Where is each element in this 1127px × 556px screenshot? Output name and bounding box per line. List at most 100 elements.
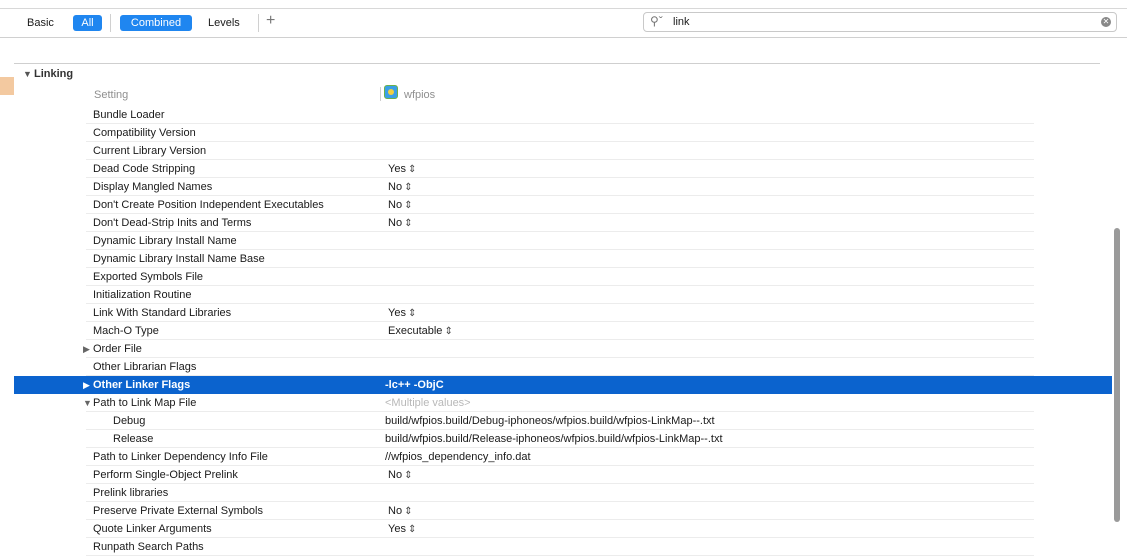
disclosure-triangle-icon[interactable]: ▼: [23, 69, 32, 79]
add-setting-button[interactable]: +: [266, 12, 275, 30]
setting-label: Runpath Search Paths: [93, 541, 204, 553]
setting-value-popup[interactable]: Yes ⇕: [388, 307, 416, 319]
vertical-scrollbar[interactable]: [1111, 38, 1123, 552]
setting-value: Yes: [388, 523, 406, 535]
setting-row[interactable]: Initialization Routine: [14, 286, 1112, 304]
setting-label: Current Library Version: [93, 145, 207, 157]
setting-row[interactable]: Other Librarian Flags: [14, 358, 1112, 376]
setting-value: Yes: [388, 307, 406, 319]
setting-label: Path to Linker Dependency Info File: [93, 451, 268, 463]
filter-combined-button[interactable]: Combined: [120, 15, 192, 31]
search-icon[interactable]: ⚲ˇ: [650, 14, 663, 28]
setting-row[interactable]: Don't Create Position Independent Execut…: [14, 196, 1112, 214]
setting-value[interactable]: build/wfpios.build/Debug-iphoneos/wfpios…: [385, 415, 715, 427]
up-down-chevron-icon: ⇕: [407, 164, 417, 175]
setting-row[interactable]: Runpath Search Paths: [14, 538, 1112, 556]
column-header: Setting wfpios: [14, 84, 1112, 104]
setting-label: Link With Standard Libraries: [93, 307, 232, 319]
scrollbar-thumb[interactable]: [1114, 228, 1120, 522]
setting-label: Dynamic Library Install Name: [93, 235, 237, 247]
setting-row[interactable]: Path to Linker Dependency Info File //wfp…: [14, 448, 1112, 466]
setting-value-popup[interactable]: Yes ⇕: [388, 163, 416, 175]
setting-row[interactable]: Dynamic Library Install Name Base: [14, 250, 1112, 268]
setting-row[interactable]: Preserve Private External Symbols No ⇕: [14, 502, 1112, 520]
setting-row[interactable]: Perform Single-Object Prelink No ⇕: [14, 466, 1112, 484]
setting-row-release[interactable]: Release build/wfpios.build/Release-iphone…: [14, 430, 1112, 448]
setting-row[interactable]: Dead Code Stripping Yes ⇕: [14, 160, 1112, 178]
setting-row[interactable]: Link With Standard Libraries Yes ⇕: [14, 304, 1112, 322]
setting-row[interactable]: Bundle Loader: [14, 106, 1112, 124]
setting-label: Dynamic Library Install Name Base: [93, 253, 265, 265]
setting-value-popup[interactable]: No ⇕: [388, 505, 412, 517]
up-down-chevron-icon: ⇕: [407, 308, 417, 319]
setting-label: Dead Code Stripping: [93, 163, 196, 175]
setting-row[interactable]: ▶ Order File: [14, 340, 1112, 358]
setting-label: Debug: [113, 415, 146, 427]
setting-label: Order File: [93, 343, 142, 355]
filter-levels-button[interactable]: Levels: [208, 15, 240, 31]
setting-value: No: [388, 199, 403, 211]
setting-value: Yes: [388, 163, 406, 175]
settings-table: ▼ Linking Setting wfpios Bundle Loader C…: [14, 38, 1112, 556]
up-down-chevron-icon: ⇕: [404, 470, 413, 481]
target-app-icon: [384, 85, 398, 99]
setting-row[interactable]: Current Library Version: [14, 142, 1112, 160]
setting-row[interactable]: Prelink libraries: [14, 484, 1112, 502]
setting-label: Initialization Routine: [93, 289, 192, 301]
setting-row[interactable]: Display Mangled Names No ⇕: [14, 178, 1112, 196]
setting-row[interactable]: Compatibility Version: [14, 124, 1112, 142]
setting-label: Other Linker Flags: [93, 379, 191, 391]
setting-row[interactable]: ▼ Path to Link Map File <Multiple values>: [14, 394, 1112, 412]
setting-row[interactable]: Dynamic Library Install Name: [14, 232, 1112, 250]
setting-value-popup[interactable]: Yes ⇕: [388, 523, 416, 535]
setting-value[interactable]: -lc++ -ObjC: [385, 379, 444, 391]
setting-row[interactable]: Don't Dead-Strip Inits and Terms No ⇕: [14, 214, 1112, 232]
toolbar-divider: [258, 14, 259, 32]
setting-value-popup[interactable]: No ⇕: [388, 469, 412, 481]
search-input[interactable]: link: [673, 16, 690, 28]
setting-label: Other Librarian Flags: [93, 361, 197, 373]
setting-value-popup[interactable]: No ⇕: [388, 199, 412, 211]
setting-label: Mach-O Type: [93, 325, 159, 337]
toolbar-divider: [110, 14, 111, 32]
column-setting: Setting: [94, 89, 129, 101]
clear-search-icon[interactable]: ✕: [1101, 17, 1111, 27]
setting-label: Perform Single-Object Prelink: [93, 469, 238, 481]
setting-row[interactable]: Mach-O Type Executable ⇕: [14, 322, 1112, 340]
disclosure-triangle-expanded-icon[interactable]: ▼: [83, 398, 92, 408]
setting-value[interactable]: //wfpios_dependency_info.dat: [385, 451, 531, 463]
column-target: wfpios: [404, 89, 436, 101]
setting-label: Preserve Private External Symbols: [93, 505, 263, 517]
setting-value[interactable]: <Multiple values>: [385, 397, 471, 409]
setting-row-selected[interactable]: ▶ Other Linker Flags -lc++ -ObjC: [14, 376, 1112, 394]
setting-label: Display Mangled Names: [93, 181, 213, 193]
setting-row-debug[interactable]: Debug build/wfpios.build/Debug-iphoneos/w…: [14, 412, 1112, 430]
sidebar-edge: [0, 77, 14, 95]
setting-label: Quote Linker Arguments: [93, 523, 212, 535]
setting-value: No: [388, 469, 403, 481]
setting-value: No: [388, 217, 403, 229]
build-settings-toolbar: Basic All Combined Levels + ⚲ˇ link ✕: [0, 8, 1127, 38]
disclosure-triangle-icon[interactable]: ▶: [83, 380, 90, 391]
filter-all-button[interactable]: All: [73, 15, 102, 31]
search-field[interactable]: ⚲ˇ link ✕: [643, 12, 1117, 32]
section-header-linking[interactable]: ▼ Linking: [14, 63, 1100, 84]
setting-label: Compatibility Version: [93, 127, 196, 139]
setting-label: Don't Create Position Independent Execut…: [93, 199, 324, 211]
up-down-chevron-icon: ⇕: [407, 524, 417, 535]
section-title: Linking: [34, 68, 74, 80]
up-down-chevron-icon: ⇕: [404, 182, 413, 193]
disclosure-triangle-icon[interactable]: ▶: [83, 344, 90, 355]
setting-value: No: [388, 181, 403, 193]
setting-row[interactable]: Quote Linker Arguments Yes ⇕: [14, 520, 1112, 538]
setting-value-popup[interactable]: No ⇕: [388, 217, 412, 229]
up-down-chevron-icon: ⇕: [444, 326, 453, 337]
up-down-chevron-icon: ⇕: [404, 200, 413, 211]
setting-row[interactable]: Exported Symbols File: [14, 268, 1112, 286]
filter-basic-button[interactable]: Basic: [27, 15, 54, 31]
up-down-chevron-icon: ⇕: [404, 506, 413, 517]
setting-value[interactable]: build/wfpios.build/Release-iphoneos/wfpi…: [385, 433, 723, 445]
setting-value-popup[interactable]: No ⇕: [388, 181, 412, 193]
setting-label: Exported Symbols File: [93, 271, 204, 283]
setting-value-popup[interactable]: Executable ⇕: [388, 325, 453, 337]
